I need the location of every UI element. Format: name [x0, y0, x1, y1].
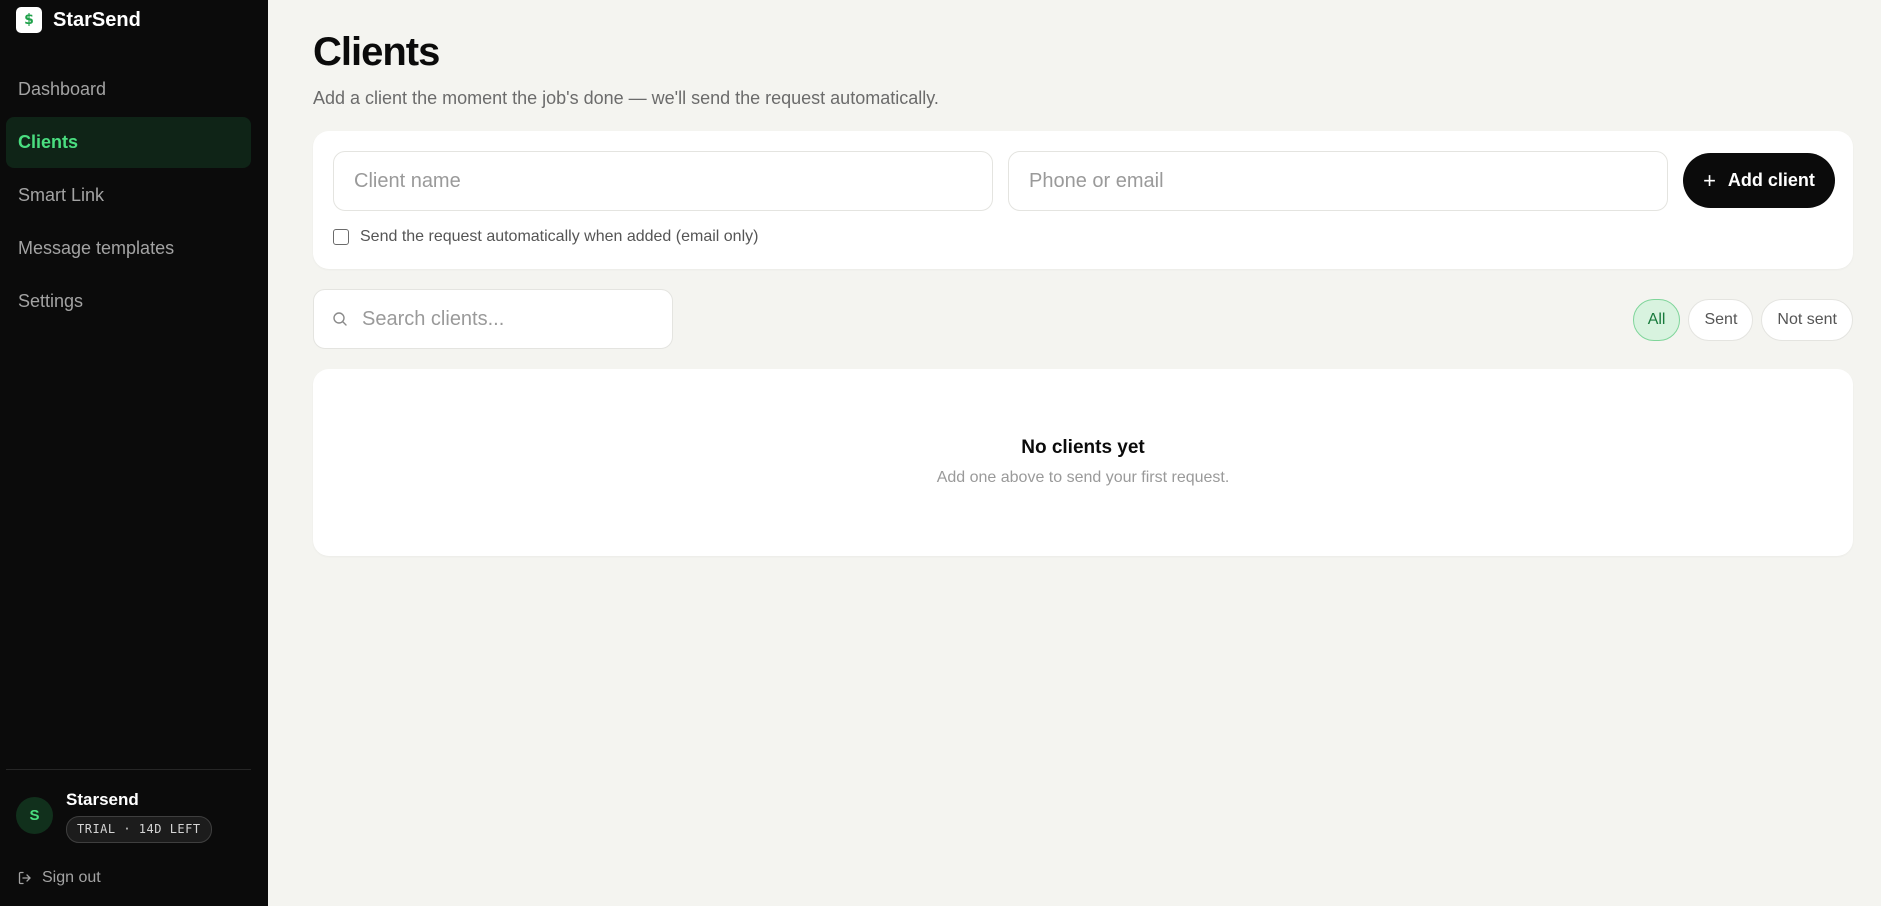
sign-out-button[interactable]: Sign out — [18, 869, 101, 887]
sign-out-icon — [18, 871, 31, 885]
add-client-button[interactable]: + Add client — [1683, 153, 1835, 208]
avatar: S — [16, 797, 53, 834]
clients-list-empty-state: No clients yet Add one above to send you… — [313, 369, 1853, 556]
filter-not-sent[interactable]: Not sent — [1761, 299, 1853, 341]
add-client-card: + Add client Send the request automatica… — [313, 131, 1853, 269]
auto-send-row: Send the request automatically when adde… — [333, 228, 758, 246]
auto-send-label[interactable]: Send the request automatically when adde… — [360, 228, 758, 246]
sidebar-divider — [6, 769, 251, 770]
sidebar-item-smart-link[interactable]: Smart Link — [6, 170, 251, 221]
brand-name: StarSend — [53, 8, 141, 31]
client-name-field[interactable] — [333, 151, 993, 211]
status-filters: All Sent Not sent — [1625, 299, 1853, 341]
client-name-input[interactable] — [334, 152, 992, 210]
page-title: Clients — [313, 30, 440, 74]
contact-field[interactable] — [1008, 151, 1668, 211]
plus-icon: + — [1703, 167, 1716, 193]
logo-glyph: $ — [24, 12, 34, 28]
search-box[interactable] — [313, 289, 673, 349]
sidebar-item-clients[interactable]: Clients — [6, 117, 251, 168]
empty-state-title: No clients yet — [1021, 437, 1145, 458]
page-subtitle: Add a client the moment the job's done —… — [313, 88, 939, 108]
sidebar-item-dashboard[interactable]: Dashboard — [6, 64, 251, 115]
dollar-logo-icon: $ — [16, 7, 42, 33]
search-icon — [333, 312, 347, 326]
main-content: Clients Add a client the moment the job'… — [268, 0, 1881, 906]
user-profile: S Starsend TRIAL · 14D LEFT — [16, 789, 212, 843]
sidebar: $ StarSend Dashboard Clients Smart Link … — [0, 0, 268, 906]
sidebar-nav: Dashboard Clients Smart Link Message tem… — [6, 64, 251, 329]
trial-badge: TRIAL · 14D LEFT — [66, 816, 212, 843]
user-name: Starsend — [66, 790, 139, 809]
auto-send-checkbox[interactable] — [333, 229, 349, 245]
filter-all[interactable]: All — [1632, 299, 1681, 341]
sidebar-item-message-templates[interactable]: Message templates — [6, 223, 251, 274]
sign-out-label: Sign out — [42, 869, 101, 886]
add-client-label: Add client — [1727, 170, 1815, 190]
filter-sent[interactable]: Sent — [1688, 299, 1754, 341]
search-input[interactable] — [348, 290, 672, 348]
brand[interactable]: $ StarSend — [16, 7, 141, 33]
phone-or-email-input[interactable] — [1009, 152, 1667, 210]
user-info: Starsend TRIAL · 14D LEFT — [66, 789, 212, 843]
empty-state-subtitle: Add one above to send your first request… — [936, 469, 1230, 486]
sidebar-item-settings[interactable]: Settings — [6, 276, 251, 327]
